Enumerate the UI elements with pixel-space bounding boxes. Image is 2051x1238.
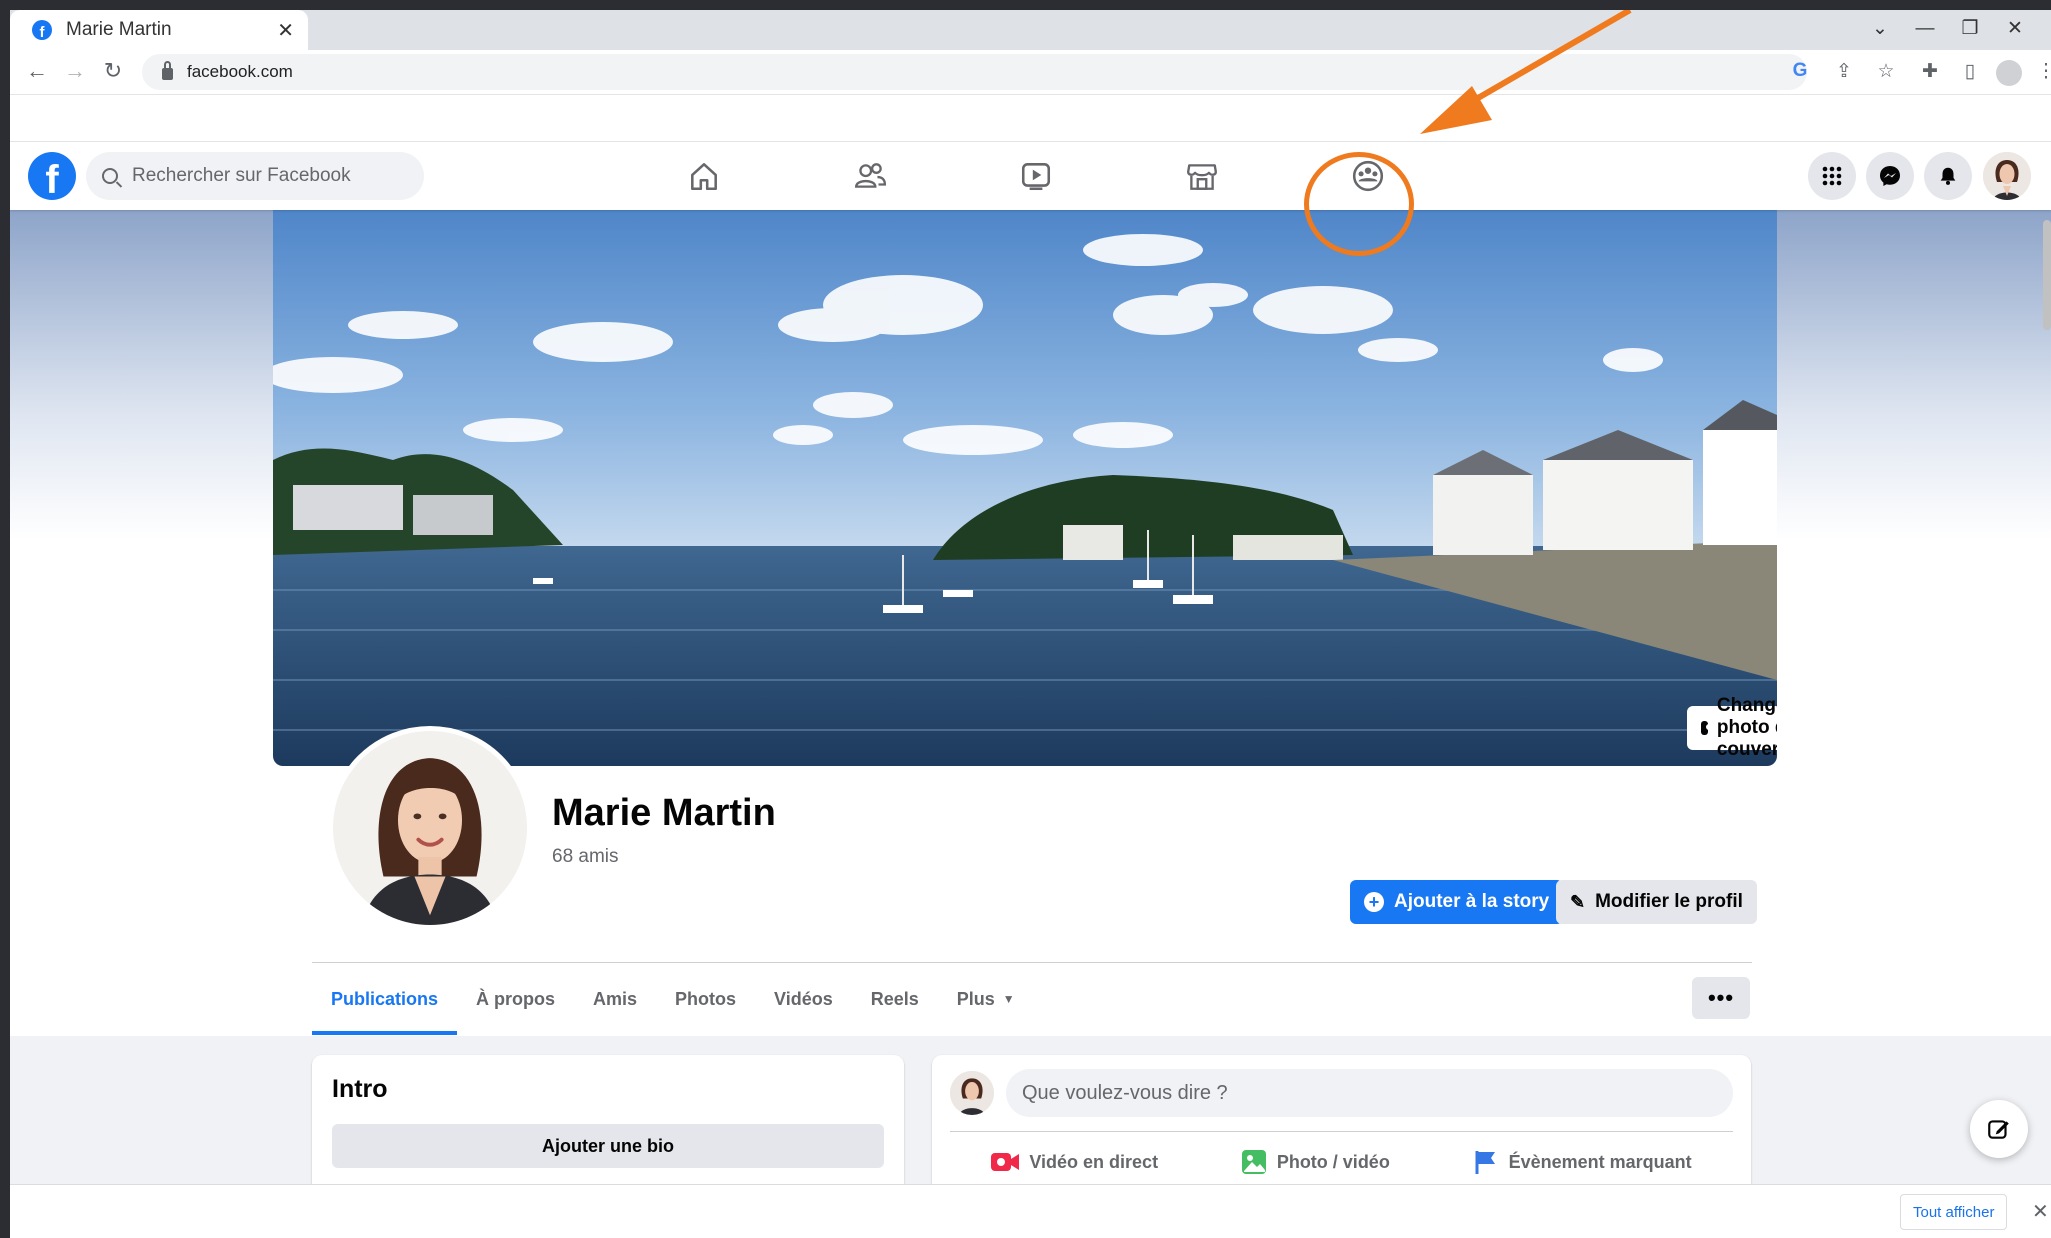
show-all-downloads-button[interactable]: Tout afficher — [1900, 1194, 2008, 1230]
restore-icon[interactable]: ❐ — [1950, 14, 1990, 44]
tab-search-icon[interactable]: ⌄ — [1860, 14, 1900, 44]
facebook-favicon-icon: f — [32, 20, 52, 40]
nav-marketplace[interactable] — [1142, 142, 1262, 210]
photo-icon — [1241, 1150, 1266, 1174]
change-cover-label: Changer la photo de couverture — [1716, 695, 1777, 760]
tab-videos[interactable]: Vidéos — [755, 963, 852, 1035]
url-text: facebook.com — [187, 62, 293, 81]
life-event-button[interactable]: Évènement marquant — [1473, 1142, 1692, 1182]
live-video-button[interactable]: Vidéo en direct — [991, 1142, 1158, 1182]
compose-icon — [1988, 1120, 2009, 1139]
bell-icon — [1940, 167, 1956, 185]
flag-icon — [1475, 1151, 1495, 1174]
friends-count[interactable]: 68 amis — [552, 846, 619, 868]
composer-input[interactable]: Que voulez-vous dire ? — [1006, 1069, 1733, 1117]
caret-down-icon: ▼ — [1002, 992, 1015, 1006]
blank-band — [10, 96, 2051, 142]
tab-friends[interactable]: Amis — [574, 963, 656, 1035]
change-cover-button[interactable]: Changer la photo de couverture — [1687, 695, 1777, 760]
composer-divider — [950, 1131, 1733, 1132]
search-icon — [102, 168, 118, 184]
facebook-search-input[interactable]: Rechercher sur Facebook — [86, 152, 424, 200]
window-close-icon[interactable]: ✕ — [1995, 14, 2035, 44]
side-panel-icon[interactable]: ▯ — [1956, 60, 1984, 83]
home-icon — [691, 163, 717, 191]
cover-photo[interactable]: Changer la photo de couverture — [273, 210, 1777, 766]
facebook-header: f Rechercher sur Facebook — [10, 142, 2051, 210]
bookmark-star-icon[interactable]: ☆ — [1872, 60, 1900, 83]
account-avatar[interactable] — [1983, 152, 2031, 200]
lock-icon — [162, 61, 173, 80]
tab-publications[interactable]: Publications — [312, 963, 458, 1035]
browser-toolbar: ← → ↻ facebook.com G ⇪ ☆ ✚ ▯ ⋮ — [10, 50, 2051, 95]
profile-tabs: Publications À propos Amis Photos Vidéos… — [312, 963, 1034, 1035]
tab-about[interactable]: À propos — [457, 963, 574, 1035]
live-video-label: Vidéo en direct — [1029, 1151, 1159, 1172]
tab-more-label: Plus — [956, 988, 995, 1009]
intro-card: Intro Ajouter une bio — [312, 1055, 904, 1184]
tab-strip: f Marie Martin ✕ ⌄ — ❐ ✕ — [10, 10, 2051, 50]
watch-icon — [1021, 163, 1051, 191]
life-event-label: Évènement marquant — [1508, 1151, 1692, 1172]
browser-tab[interactable]: f Marie Martin ✕ — [10, 10, 308, 50]
cover-image — [273, 210, 1777, 766]
annotation-arrow-icon — [1420, 10, 1632, 134]
composer-avatar[interactable] — [950, 1071, 994, 1115]
extensions-icon[interactable]: ✚ — [1916, 60, 1944, 83]
browser-profile-icon[interactable] — [1996, 60, 2022, 86]
marketplace-icon — [1187, 164, 1217, 190]
tab-close-icon[interactable]: ✕ — [277, 18, 294, 43]
photo-video-button[interactable]: Photo / vidéo — [1241, 1142, 1390, 1182]
tab-photos[interactable]: Photos — [656, 963, 755, 1035]
download-bar: Tout afficher ✕ — [10, 1184, 2051, 1238]
add-to-story-label: Ajouter à la story — [1394, 891, 1550, 912]
messenger-button[interactable] — [1866, 152, 1914, 200]
google-icon[interactable]: G — [1786, 60, 1814, 82]
edit-profile-button[interactable]: ✎ Modifier le profil — [1556, 880, 1757, 924]
tab-more[interactable]: Plus ▼ — [938, 963, 1034, 1035]
pencil-icon: ✎ — [1570, 891, 1586, 912]
profile-photo — [333, 731, 527, 925]
camera-icon — [1701, 721, 1712, 735]
profile-header-area: Changer la photo de couverture Mar — [10, 210, 2051, 1036]
share-icon[interactable]: ⇪ — [1830, 60, 1858, 83]
reload-icon[interactable]: ↻ — [98, 58, 128, 84]
nav-watch[interactable] — [976, 142, 1096, 210]
avatar — [950, 1071, 994, 1115]
notifications-button[interactable] — [1924, 152, 1972, 200]
tab-title: Marie Martin — [66, 19, 172, 40]
avatar — [1983, 152, 2031, 200]
profile-picture[interactable] — [328, 726, 532, 930]
menu-grid-button[interactable] — [1808, 152, 1856, 200]
friends-icon — [855, 163, 887, 188]
browser-window: f Marie Martin ✕ ⌄ — ❐ ✕ ← → ↻ facebook.… — [10, 10, 2051, 1238]
search-placeholder: Rechercher sur Facebook — [132, 165, 351, 186]
profile-name: Marie Martin — [552, 792, 776, 834]
live-video-icon — [991, 1153, 1020, 1171]
profile-page: Changer la photo de couverture Mar — [10, 210, 2051, 1184]
messenger-icon — [1880, 166, 1900, 186]
edit-profile-label: Modifier le profil — [1595, 891, 1743, 912]
tab-reels[interactable]: Reels — [852, 963, 938, 1035]
annotation-circle — [1304, 152, 1414, 256]
minimize-icon[interactable]: — — [1905, 14, 1945, 44]
grid-icon — [1822, 166, 1842, 186]
add-bio-button[interactable]: Ajouter une bio — [332, 1124, 884, 1168]
browser-menu-icon[interactable]: ⋮ — [2032, 60, 2051, 83]
page-scrollbar[interactable] — [2043, 220, 2051, 330]
composer-card: Que voulez-vous dire ? Vidéo en direct P… — [932, 1055, 1751, 1184]
more-options-button[interactable]: ••• — [1692, 977, 1750, 1019]
photo-video-label: Photo / vidéo — [1276, 1151, 1390, 1172]
facebook-logo-icon[interactable]: f — [28, 152, 76, 200]
download-bar-close-icon[interactable]: ✕ — [2032, 1199, 2049, 1224]
nav-home[interactable] — [644, 142, 764, 210]
nav-friends[interactable] — [810, 142, 930, 210]
new-message-button[interactable] — [1970, 1100, 2028, 1158]
intro-title: Intro — [332, 1075, 388, 1103]
plus-icon: + — [1364, 892, 1384, 912]
add-to-story-button[interactable]: + Ajouter à la story — [1350, 880, 1564, 924]
forward-icon[interactable]: → — [60, 58, 90, 84]
back-icon[interactable]: ← — [22, 58, 52, 84]
